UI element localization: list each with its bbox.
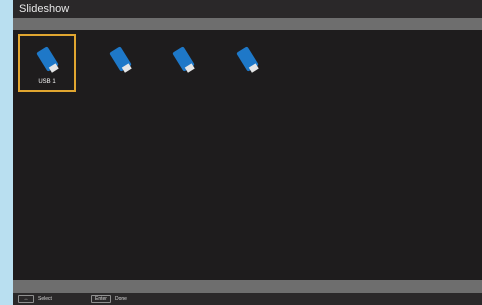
- usb-drive-icon: [36, 46, 59, 73]
- device-usb-3[interactable]: [154, 34, 212, 92]
- usb-drive-icon: [172, 46, 195, 73]
- device-usb-4[interactable]: [218, 34, 276, 92]
- device-list: USB 1: [13, 30, 482, 280]
- arrow-keys-icon: ↔: [18, 295, 34, 303]
- enter-key-icon: Enter: [91, 295, 111, 303]
- slideshow-screen: Slideshow USB 1 ↔ Select Enter Done: [13, 0, 482, 305]
- device-usb-2[interactable]: [91, 34, 149, 92]
- title-divider: [13, 18, 482, 30]
- select-hint: ↔ Select: [18, 294, 52, 304]
- device-label: USB 1: [38, 79, 56, 85]
- usb-drive-icon: [236, 46, 259, 73]
- footer-divider: [13, 280, 482, 293]
- select-hint-label: Select: [38, 296, 52, 302]
- usb-drive-icon: [109, 46, 132, 73]
- done-hint: Enter Done: [91, 294, 127, 304]
- window-title: Slideshow: [13, 0, 482, 18]
- device-usb-1[interactable]: USB 1: [18, 34, 76, 92]
- footer-hints: ↔ Select Enter Done: [13, 293, 482, 305]
- done-hint-label: Done: [115, 296, 127, 302]
